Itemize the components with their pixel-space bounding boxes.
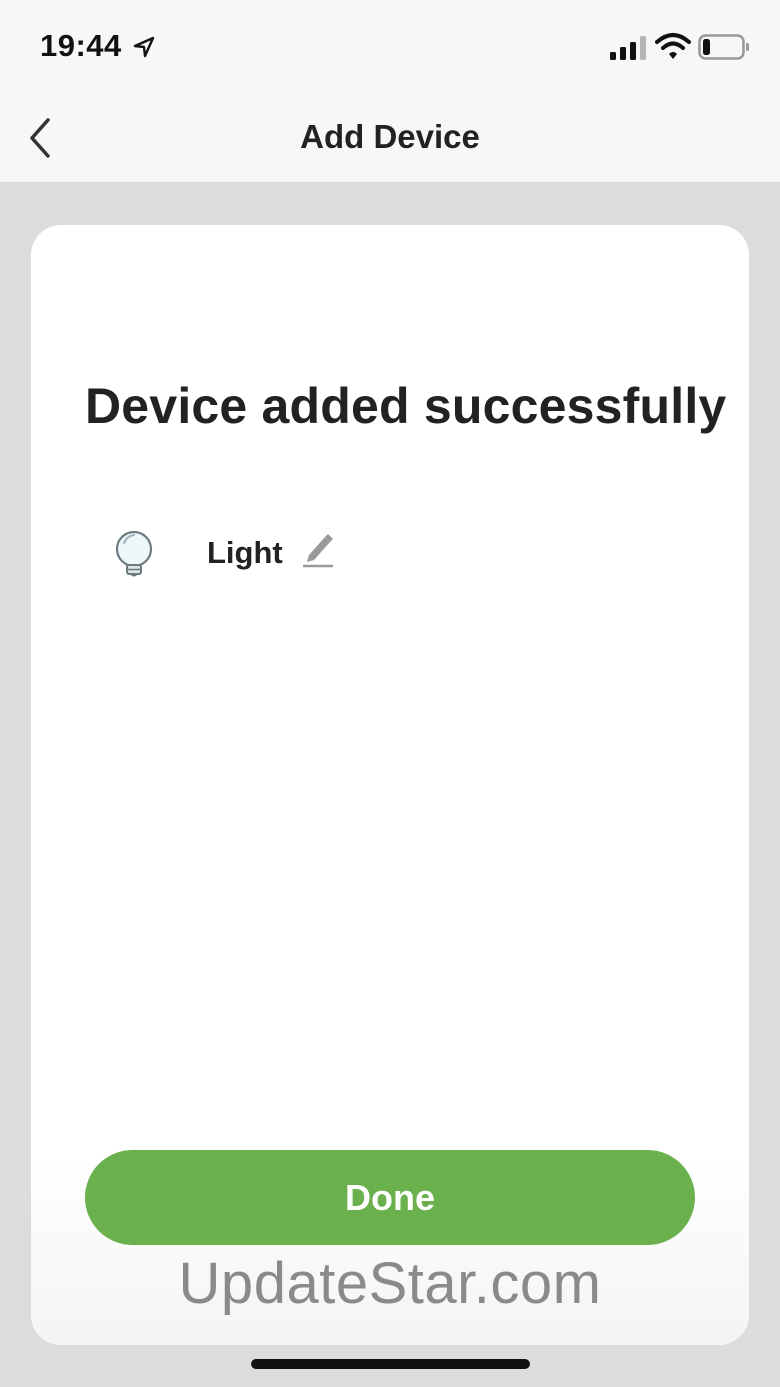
home-indicator[interactable]: [251, 1359, 530, 1369]
done-button[interactable]: Done: [85, 1150, 695, 1245]
pencil-icon[interactable]: [301, 529, 335, 569]
light-bulb-icon: [115, 530, 153, 577]
success-headline: Device added successfully: [85, 378, 727, 434]
status-bar: 19:44: [0, 0, 780, 96]
battery-icon: [698, 34, 749, 60]
wifi-icon: [655, 33, 691, 59]
location-arrow-icon: [133, 36, 155, 58]
watermark-text: UpdateStar.com: [178, 1251, 602, 1316]
navigation-bar: Add Device: [0, 96, 780, 182]
status-time: 19:44: [40, 28, 122, 63]
device-name: Light: [207, 535, 283, 570]
device-list-item: Light: [111, 525, 611, 585]
cellular-signal-icon: [610, 36, 646, 60]
result-card: Device added successfully Light Done Upd…: [31, 225, 749, 1345]
battery-level-fill: [703, 39, 710, 55]
page-title: Add Device: [300, 118, 480, 155]
